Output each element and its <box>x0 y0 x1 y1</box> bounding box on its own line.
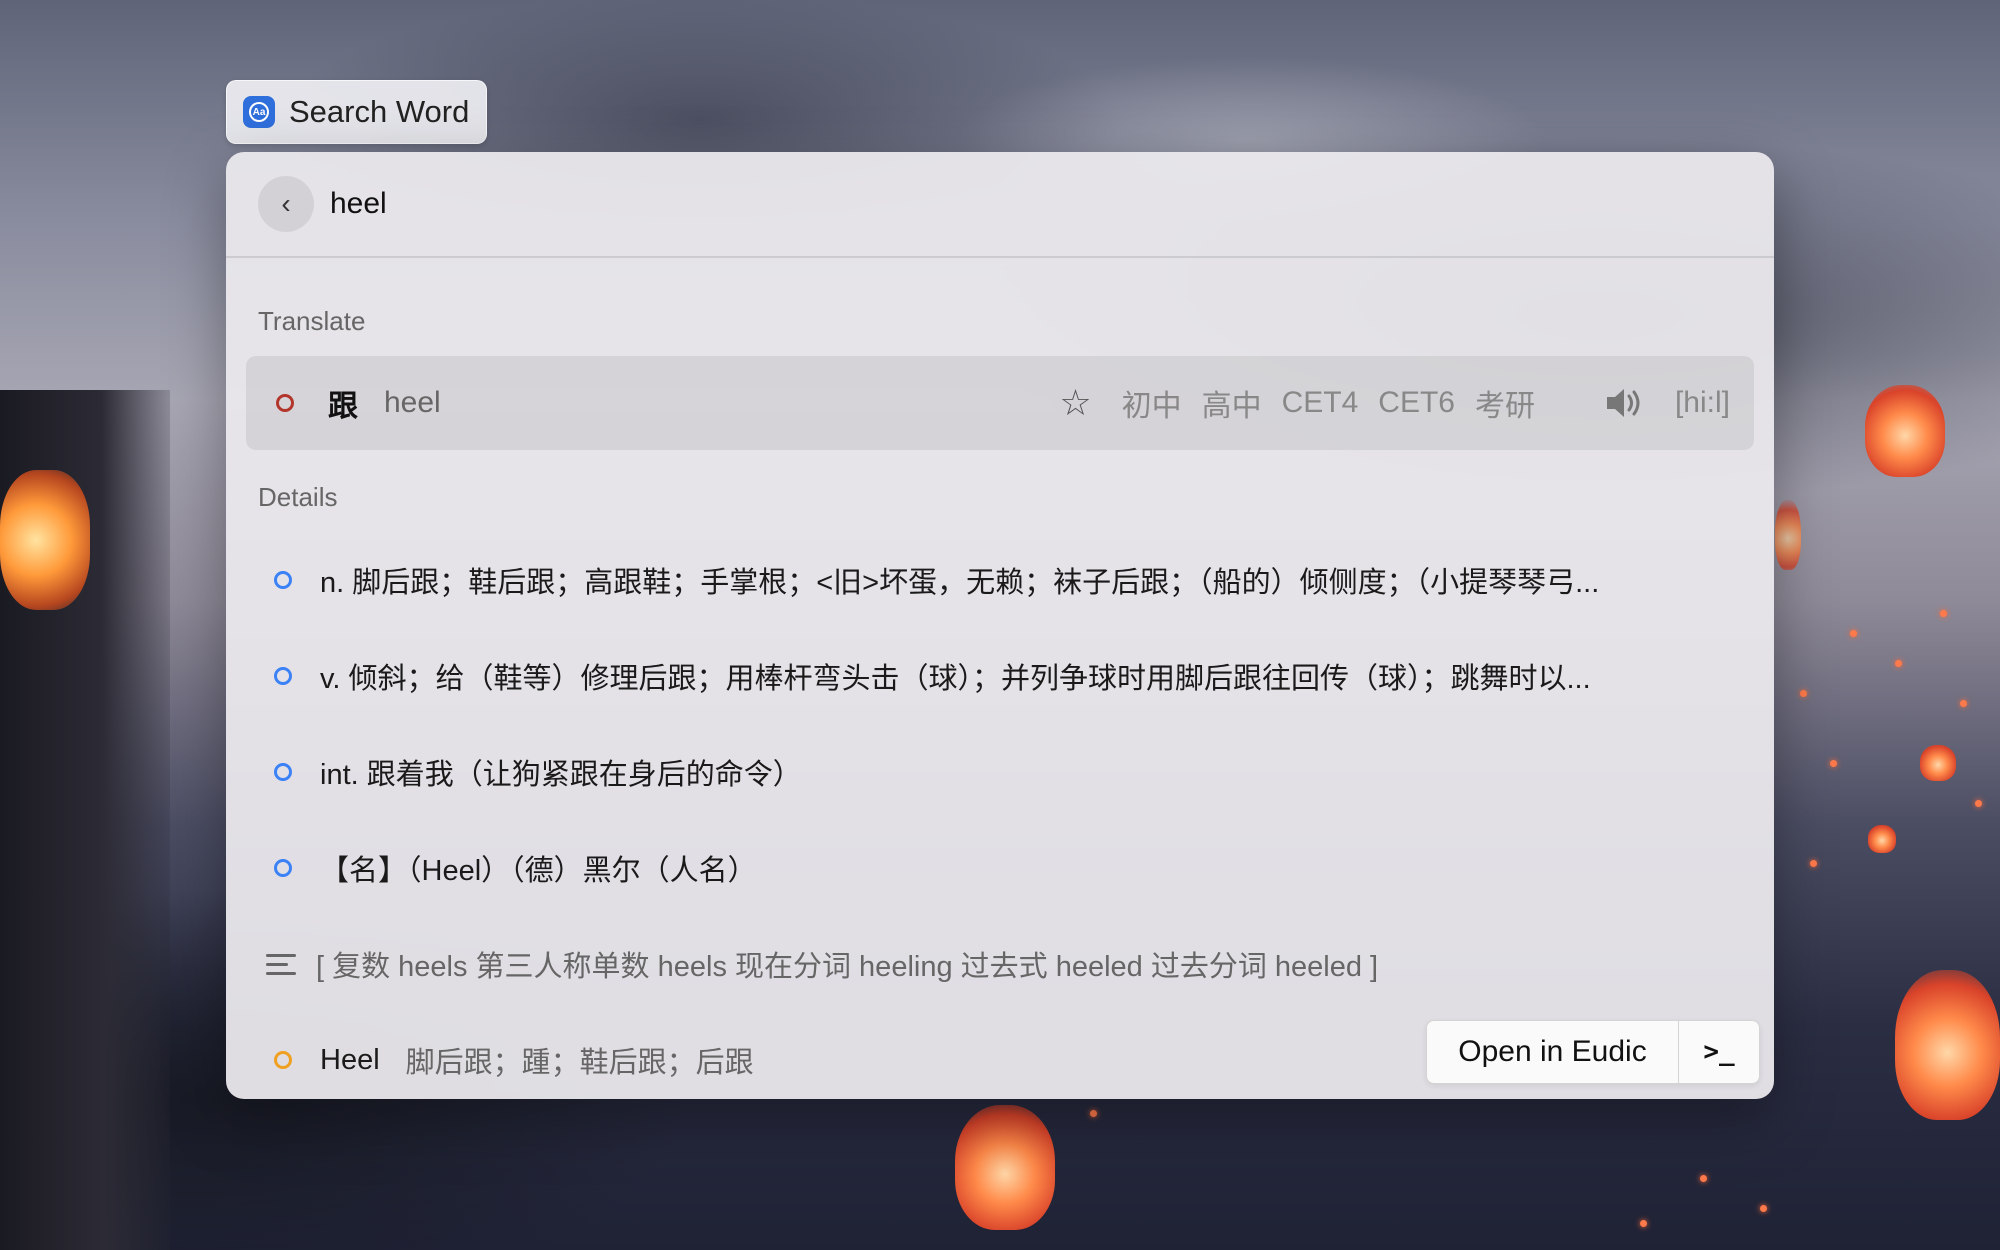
action-button-group: Open in Eudic >_ <box>1426 1020 1760 1084</box>
detail-item[interactable]: n. 脚后跟；鞋后跟；高跟鞋；手掌根；<旧>坏蛋，无赖；袜子后跟；（船的）倾侧度… <box>274 550 1724 610</box>
background-light <box>1700 1175 1707 1182</box>
level-tag: 考研 <box>1474 390 1535 423</box>
detail-text: n. 脚后跟；鞋后跟；高跟鞋；手掌根；<旧>坏蛋，无赖；袜子后跟；（船的）倾侧度… <box>320 567 1600 599</box>
level-tag: CET6 <box>1378 386 1455 419</box>
translation-accessories: ☆ 初中 高中 CET4 CET6 考研 [hi:l] <box>1059 381 1730 425</box>
background-light <box>1850 630 1857 637</box>
background-light <box>1090 1110 1097 1117</box>
background-lantern <box>1895 970 2000 1120</box>
speaker-icon[interactable] <box>1605 386 1645 420</box>
level-tag: CET4 <box>1281 386 1359 419</box>
star-icon[interactable]: ☆ <box>1059 382 1091 424</box>
section-title-details: Details <box>258 482 338 512</box>
detail-text: 【名】（Heel）（德）黑尔（人名） <box>320 855 757 887</box>
background-light <box>1975 800 1982 807</box>
open-in-eudic-button[interactable]: Open in Eudic <box>1427 1021 1679 1083</box>
text-lines-icon <box>266 953 296 975</box>
terminal-button[interactable]: >_ <box>1679 1021 1759 1083</box>
background-light <box>1830 760 1837 767</box>
back-button[interactable]: ‹ <box>258 176 314 232</box>
circle-icon <box>274 1051 292 1069</box>
background-light <box>1895 660 1902 667</box>
detail-item[interactable]: 【名】（Heel）（德）黑尔（人名） <box>274 838 1724 898</box>
search-bar: ‹ <box>226 152 1774 258</box>
detail-text: int. 跟着我（让狗紧跟在身后的命令） <box>320 759 802 791</box>
detail-text: v. 倾斜；给（鞋等）修理后跟；用棒杆弯头击（球）；并列争球时用脚后跟往回传（球… <box>320 663 1591 695</box>
background-lantern <box>1920 745 1956 781</box>
background-lantern <box>1865 385 1945 477</box>
background-light <box>1940 610 1947 617</box>
level-tag: 初中 <box>1121 390 1182 423</box>
background-lantern <box>955 1105 1055 1230</box>
background-light <box>1810 860 1817 867</box>
translation-chinese: 跟 <box>328 390 358 423</box>
eudic-app-icon: Aa <box>243 96 275 128</box>
background-light <box>1800 690 1807 697</box>
circle-icon <box>276 394 294 412</box>
chevron-left-icon: ‹ <box>281 188 291 219</box>
translate-result-row[interactable]: 跟 heel ☆ 初中 高中 CET4 CET6 考研 [hi:l] <box>246 356 1754 450</box>
search-input[interactable] <box>330 187 1530 221</box>
phonetic: [hi:l] <box>1674 386 1730 419</box>
background-lantern <box>1775 500 1801 570</box>
circle-icon <box>274 763 292 781</box>
background-light <box>1640 1220 1647 1227</box>
word-forms: [ 复数 heels 第三人称单数 heels 现在分词 heeling 过去式… <box>316 951 1379 983</box>
detail-item[interactable]: v. 倾斜；给（鞋等）修理后跟；用棒杆弯头击（球）；并列争球时用脚后跟往回传（球… <box>274 646 1724 706</box>
circle-icon <box>274 859 292 877</box>
related-definition: 脚后跟；踵；鞋后跟；后跟 <box>405 1047 754 1079</box>
level-tag: 高中 <box>1201 390 1262 423</box>
circle-icon <box>274 571 292 589</box>
background-lantern-glow <box>0 470 90 610</box>
tag-label: Search Word <box>289 94 470 129</box>
background-light <box>1760 1205 1767 1212</box>
dictionary-window: ‹ Translate 跟 heel ☆ 初中 高中 CET4 CET6 考研 … <box>226 152 1774 1099</box>
background-light <box>1960 700 1967 707</box>
related-word: Heel <box>320 1043 380 1076</box>
circle-icon <box>274 667 292 685</box>
translation-word: heel <box>384 386 441 419</box>
detail-item[interactable]: int. 跟着我（让狗紧跟在身后的命令） <box>274 742 1724 802</box>
word-forms-row[interactable]: [ 复数 heels 第三人称单数 heels 现在分词 heeling 过去式… <box>266 934 1724 994</box>
background-lantern <box>1868 825 1896 853</box>
section-title-translate: Translate <box>258 306 366 336</box>
search-word-tag[interactable]: Aa Search Word <box>226 80 487 144</box>
